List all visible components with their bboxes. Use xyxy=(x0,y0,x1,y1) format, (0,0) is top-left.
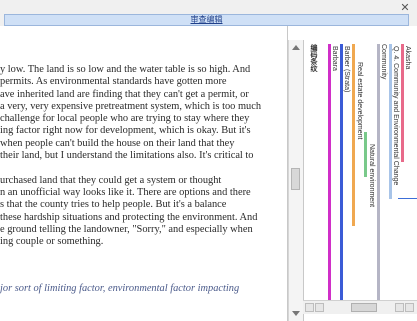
text-line: n an unofficial way looks like it. There… xyxy=(0,186,251,198)
footer-text: jor sort of limiting factor, environment… xyxy=(0,283,240,294)
text-line: e ground telling the landowner, "Sorry,"… xyxy=(0,223,253,235)
stripe-orange[interactable] xyxy=(352,44,355,226)
document-view: y low. The land is so low and the water … xyxy=(0,26,288,321)
stripe-label-akasha: Akasha xyxy=(404,46,411,70)
scroll-up-icon[interactable] xyxy=(292,45,300,50)
coding-stripes-header: 编码条纹 xyxy=(310,44,317,72)
vertical-scrollbar[interactable] xyxy=(288,40,303,321)
text-line: urchased land that they could get a syst… xyxy=(0,174,222,186)
stripe-gray[interactable] xyxy=(377,44,380,302)
close-icon[interactable]: ✕ xyxy=(399,2,411,14)
tab-strip[interactable]: 审查编辑 xyxy=(4,14,409,26)
horizontal-scrollbar[interactable] xyxy=(303,300,417,314)
text-line: ing couple or something. xyxy=(0,236,104,248)
text-line: these hardship situations and protecting… xyxy=(0,211,258,223)
text-line: ing factor right now for development, wh… xyxy=(0,125,251,137)
stripe-label-natural: Natural environment xyxy=(368,144,375,208)
stripe-label-real-estate: Real estate development xyxy=(356,62,363,140)
scroll-down-icon[interactable] xyxy=(292,311,300,316)
toolbar: ✕ 审查编辑 xyxy=(0,0,417,26)
scroll-thumb[interactable] xyxy=(291,168,300,190)
text-line: a very, very expensive pretreatment syst… xyxy=(0,100,262,112)
text-line: y low. The land is so low and the water … xyxy=(0,64,251,75)
text-line: their land, but I understand the limitat… xyxy=(0,150,254,162)
text-line xyxy=(0,162,287,174)
text-line: s that the county tries to help people. … xyxy=(0,199,227,211)
stripe-green[interactable] xyxy=(364,132,367,177)
text-line: when people can't build the house on the… xyxy=(0,137,235,149)
stripe-magenta[interactable] xyxy=(328,44,331,302)
stripe-label-community: Community xyxy=(380,44,387,80)
coding-marker xyxy=(398,198,417,199)
scroll-right-icon[interactable] xyxy=(395,303,404,312)
scroll-left-icon[interactable] xyxy=(305,303,314,312)
transcript-text: y low. The land is so low and the water … xyxy=(0,64,287,248)
stripe-label-barbara: Barbara xyxy=(331,46,338,71)
text-line: challenge for local people who are tryin… xyxy=(0,113,250,125)
text-line: permits. As environmental standards have… xyxy=(0,76,227,88)
text-line: ave inherited land are finding that they… xyxy=(0,88,249,100)
stripe-label-barber: Barber (Strata) xyxy=(343,46,350,93)
scroll-right-end-icon[interactable] xyxy=(405,303,414,312)
coding-stripes-panel: 编码条纹 Barbara Barber (Strata) Real estate… xyxy=(303,40,417,321)
scroll-left-end-icon[interactable] xyxy=(315,303,324,312)
hscroll-thumb[interactable] xyxy=(351,303,377,312)
tab-label[interactable]: 审查编辑 xyxy=(191,15,223,24)
stripe-label-q4: Q. 4. Community and Environmental Change xyxy=(392,46,399,186)
